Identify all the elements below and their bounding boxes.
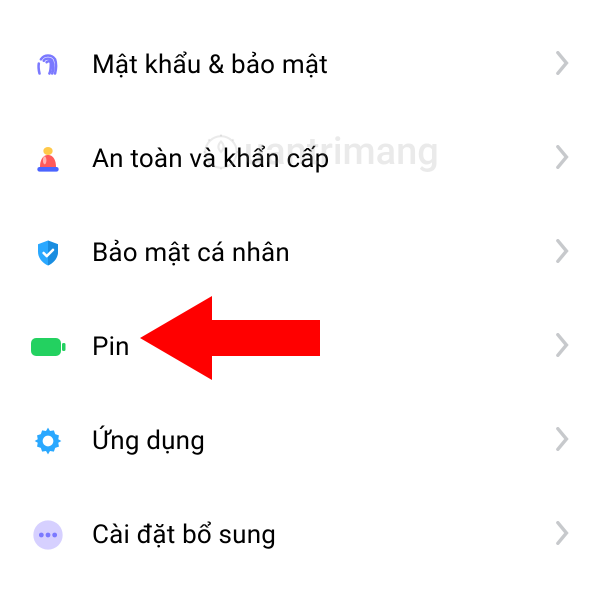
item-label: Cài đặt bổ sung (92, 520, 556, 550)
chevron-right-icon (556, 521, 570, 549)
chevron-right-icon (556, 239, 570, 267)
chevron-right-icon (556, 427, 570, 455)
shield-icon (30, 235, 66, 271)
fingerprint-icon (30, 47, 66, 83)
gear-icon (30, 423, 66, 459)
item-label: Mật khẩu & bảo mật (92, 50, 556, 80)
item-label: An toàn và khẩn cấp (92, 144, 556, 174)
item-additional-settings[interactable]: Cài đặt bổ sung (0, 488, 600, 582)
item-label: Pin (92, 332, 556, 362)
ellipsis-icon (30, 517, 66, 553)
chevron-right-icon (556, 145, 570, 173)
item-label: Ứng dụng (92, 426, 556, 456)
item-apps[interactable]: Ứng dụng (0, 394, 600, 488)
chevron-right-icon (556, 51, 570, 79)
siren-icon (30, 141, 66, 177)
item-privacy[interactable]: Bảo mật cá nhân (0, 206, 600, 300)
item-safety-emergency[interactable]: An toàn và khẩn cấp (0, 112, 600, 206)
item-battery[interactable]: Pin (0, 300, 600, 394)
item-label: Bảo mật cá nhân (92, 238, 556, 268)
item-password-security[interactable]: Mật khẩu & bảo mật (0, 18, 600, 112)
battery-icon (30, 329, 66, 365)
chevron-right-icon (556, 333, 570, 361)
settings-list: Mật khẩu & bảo mật An toàn và khẩn cấp (0, 0, 600, 582)
